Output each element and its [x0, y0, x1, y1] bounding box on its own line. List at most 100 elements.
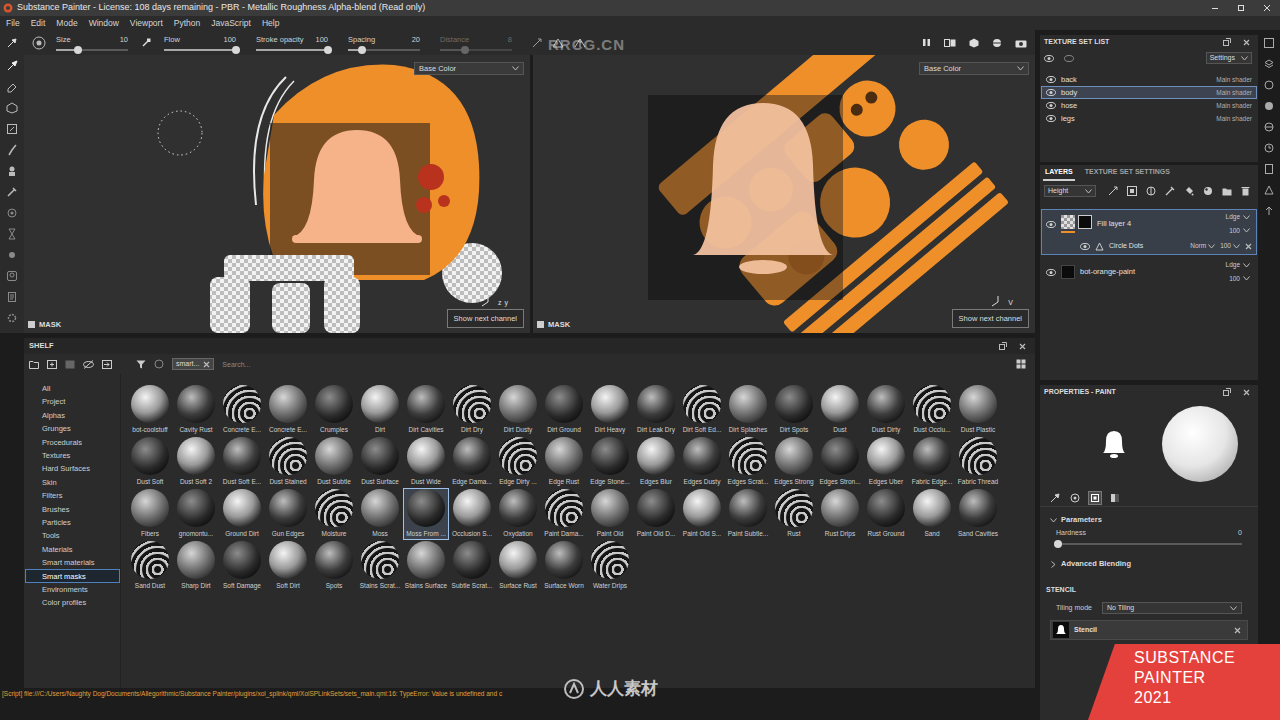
close-icon[interactable] [203, 361, 210, 368]
shelf-item[interactable]: Moss [357, 488, 403, 540]
shelf-item[interactable]: Dust Dirty [863, 384, 909, 436]
filter-icon[interactable] [136, 360, 146, 369]
texture-set-row[interactable]: legsMain shader [1041, 112, 1257, 125]
menu-item[interactable]: Help [262, 17, 279, 30]
shelf-item[interactable]: Dust Plastic [955, 384, 1001, 436]
minimize-button[interactable] [1202, 0, 1228, 16]
option-value[interactable]: 20 [412, 35, 420, 44]
close-icon[interactable] [1234, 627, 1241, 634]
shelf-category[interactable]: All [25, 382, 120, 395]
history-icon[interactable] [1264, 143, 1274, 153]
close-icon[interactable] [1019, 343, 1026, 350]
document-icon[interactable] [6, 291, 18, 303]
shelf-item[interactable]: Dust Soft 2 [173, 436, 219, 488]
shelf-item[interactable]: Soft Damage [219, 540, 265, 592]
stencil-slot[interactable]: Stencil [1050, 620, 1248, 640]
slider-thumb[interactable] [358, 46, 366, 54]
import-icon[interactable] [102, 360, 112, 369]
shelf-category[interactable]: Brushes [25, 503, 120, 516]
shelf-item[interactable]: Edges Strong [771, 436, 817, 488]
layer-row[interactable]: Fill layer 4Ldge100Circle DotsNorm100 [1041, 209, 1257, 255]
slider-track[interactable] [1056, 543, 1242, 545]
shelf-item[interactable]: Dirt Dusty [495, 384, 541, 436]
shelf-item[interactable]: Sand Dust [127, 540, 173, 592]
shelf-item[interactable]: Ground Dirt [219, 488, 265, 540]
shelf-item[interactable]: bot-coolstuff [127, 384, 173, 436]
texture-set-row[interactable]: backMain shader [1041, 73, 1257, 86]
viewport-2d-canvas[interactable] [533, 55, 1035, 333]
shelf-category[interactable]: Materials [25, 543, 120, 556]
shelf-item[interactable]: Cavity Rust [173, 384, 219, 436]
shelf-category[interactable]: Environments [25, 583, 120, 596]
opacity-dropdown[interactable]: 100 [1229, 274, 1250, 284]
properties-tab[interactable] [1048, 491, 1062, 505]
option-value[interactable]: 100 [315, 35, 328, 44]
shelf-item[interactable]: Soft Dirt [265, 540, 311, 592]
slider-track[interactable] [256, 49, 328, 51]
shelf-category[interactable]: Smart materials [25, 556, 120, 569]
settings-icon[interactable] [6, 207, 18, 219]
shelf-item[interactable]: Dust Soft E... [219, 436, 265, 488]
shelf-category[interactable]: Hard Surfaces [25, 462, 120, 475]
slider-thumb[interactable] [1054, 540, 1062, 548]
shelf-item[interactable]: Dust Subtle [311, 436, 357, 488]
save-icon[interactable] [65, 360, 75, 369]
detach-icon[interactable] [1223, 388, 1231, 396]
menu-item[interactable]: Edit [31, 17, 46, 30]
shelf-category[interactable]: Alphas [25, 409, 120, 422]
hourglass-icon[interactable] [6, 228, 18, 240]
effect-row[interactable]: Circle DotsNorm100 [1042, 238, 1256, 254]
slider-track[interactable] [440, 49, 512, 51]
mask-toggle[interactable]: MASK [537, 319, 570, 330]
axis-gizmo[interactable]: V [991, 295, 1013, 307]
show-next-channel-button[interactable]: Show next channel [952, 309, 1029, 328]
shelf-item[interactable]: Stains Scrat... [357, 540, 403, 592]
chevron-right-icon[interactable] [1051, 561, 1056, 568]
smart-material-icon[interactable] [1203, 186, 1213, 196]
folder-icon[interactable] [29, 360, 39, 369]
shelf-item[interactable]: Dust Surface [357, 436, 403, 488]
shelf-item[interactable]: Dust [817, 384, 863, 436]
section-title[interactable]: Parameters [1061, 514, 1102, 525]
shelf-item[interactable]: Edge Stone... [587, 436, 633, 488]
shelf-category[interactable]: Smart masks [25, 569, 120, 582]
shelf-category[interactable]: Particles [25, 516, 120, 529]
menu-item[interactable]: JavaScript [211, 17, 251, 30]
section-title[interactable]: Advanced Blending [1061, 558, 1131, 569]
plugin-icon[interactable] [6, 270, 18, 282]
slider-track[interactable] [164, 49, 236, 51]
dot-icon[interactable] [6, 249, 18, 261]
shelf-item[interactable]: Edge Dirty ... [495, 436, 541, 488]
shelf-item[interactable]: Paint Old D... [633, 488, 679, 540]
menu-item[interactable]: File [6, 17, 20, 30]
menu-item[interactable]: Window [89, 17, 119, 30]
blend-mode-dropdown[interactable]: Ldge [1226, 260, 1250, 270]
shelf-item[interactable]: Dirt [357, 384, 403, 436]
axis-gizmo[interactable]: zy [481, 295, 508, 307]
slider-track[interactable] [348, 49, 420, 51]
properties-tab[interactable] [1088, 491, 1102, 505]
display-mode-icon[interactable] [944, 38, 956, 48]
shelf-item[interactable]: Dirt Cavities [403, 384, 449, 436]
camera-icon[interactable] [1015, 38, 1027, 48]
hide-icon[interactable] [83, 360, 94, 369]
option-value[interactable]: 8 [508, 35, 512, 44]
shelf-category[interactable]: Procedurals [25, 436, 120, 449]
eye-icon[interactable] [1046, 221, 1056, 228]
stroke-alignment-icon[interactable] [141, 38, 151, 48]
shelf-item[interactable]: Edges Stron... [817, 436, 863, 488]
shelf-item[interactable]: Paint Old S... [679, 488, 725, 540]
blend-mode-dropdown[interactable]: Ldge [1226, 212, 1250, 222]
shelf-item[interactable]: Subtle Scrat... [449, 540, 495, 592]
cube-icon[interactable] [969, 38, 979, 48]
shelf-item[interactable]: Dirt Ground [541, 384, 587, 436]
filter-chip[interactable]: smart... [172, 358, 214, 371]
shelf-item[interactable]: Edges Dusty [679, 436, 725, 488]
shelf-category[interactable]: Color profiles [25, 596, 120, 609]
show-all-icon[interactable] [1044, 55, 1054, 62]
hardness-value[interactable]: 0 [1238, 528, 1242, 539]
shelf-item[interactable]: Edge Dama... [449, 436, 495, 488]
shelf-item[interactable]: Occlusion S... [449, 488, 495, 540]
shelf-item[interactable]: Paint Subtle... [725, 488, 771, 540]
paint-brush-icon[interactable] [6, 60, 18, 72]
